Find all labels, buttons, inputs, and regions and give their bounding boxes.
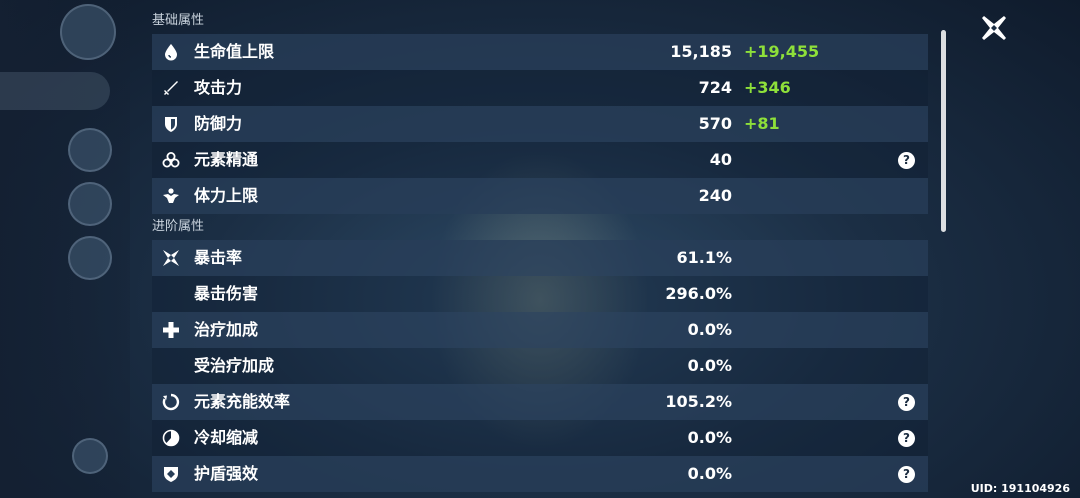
stat-row-atk: 攻击力 724 +346 (152, 70, 928, 106)
sword-icon (162, 79, 180, 97)
stat-value: 0.0% (687, 464, 732, 483)
stat-value: 296.0% (665, 284, 732, 303)
hp-droplet-icon (162, 43, 180, 61)
stat-value: 105.2% (665, 392, 732, 411)
stat-value: 724 (698, 78, 732, 97)
background-avatar (68, 236, 112, 280)
stat-row-stamina: 体力上限 240 (152, 178, 928, 214)
stat-value: 0.0% (687, 356, 732, 375)
stat-label: 受治疗加成 (194, 356, 275, 375)
section-title-advanced: 进阶属性 (152, 219, 205, 234)
background-avatar (68, 128, 112, 172)
stat-row-crit-rate: 暴击率 61.1% (152, 240, 928, 276)
section-title-basic: 基础属性 (152, 13, 205, 28)
stat-value: 240 (698, 186, 732, 205)
healing-cross-icon (162, 321, 180, 339)
background-avatar (72, 438, 108, 474)
stat-row-hp: 生命值上限 15,185 +19,455 (152, 34, 928, 70)
stat-label: 体力上限 (194, 186, 259, 205)
close-icon (982, 16, 1006, 40)
stat-label: 攻击力 (194, 78, 243, 97)
background-avatar (60, 4, 116, 60)
help-button[interactable]: ? (898, 394, 915, 411)
help-button[interactable]: ? (898, 152, 915, 169)
stats-panel: 基础属性 生命值上限 15,185 +19,455 攻击力 724 +346 防… (152, 8, 928, 492)
stat-label: 护盾强效 (194, 464, 259, 483)
stat-row-def: 防御力 570 +81 (152, 106, 928, 142)
stat-bonus: +19,455 (744, 42, 820, 61)
stat-label: 暴击伤害 (194, 284, 259, 303)
help-button[interactable]: ? (898, 430, 915, 447)
help-button[interactable]: ? (898, 466, 915, 483)
stat-label: 暴击率 (194, 248, 243, 267)
elemental-mastery-icon (162, 151, 180, 169)
stat-row-cd-reduction: 冷却缩减 0.0% ? (152, 420, 928, 456)
uid-label: UID: 191104926 (970, 482, 1070, 495)
shield-icon (162, 115, 180, 133)
stat-value: 570 (698, 114, 732, 133)
cooldown-icon (162, 429, 180, 447)
stat-label: 生命值上限 (194, 42, 275, 61)
stat-row-incoming-healing: 受治疗加成 0.0% (152, 348, 928, 384)
stamina-icon (162, 187, 180, 205)
crit-star-icon (162, 249, 180, 267)
stat-bonus: +346 (744, 78, 791, 97)
stat-value: 61.1% (676, 248, 732, 267)
stat-label: 元素充能效率 (194, 392, 291, 411)
scrollbar[interactable] (941, 30, 946, 232)
shield-strength-icon (162, 465, 180, 483)
stat-row-energy-recharge: 元素充能效率 105.2% ? (152, 384, 928, 420)
stat-value: 0.0% (687, 428, 732, 447)
stat-label: 元素精通 (194, 150, 259, 169)
stat-value: 15,185 (670, 42, 732, 61)
stat-label: 防御力 (194, 114, 243, 133)
background-avatar (68, 182, 112, 226)
stat-label: 治疗加成 (194, 320, 259, 339)
stat-label: 冷却缩减 (194, 428, 259, 447)
stat-value: 0.0% (687, 320, 732, 339)
close-button[interactable] (978, 12, 1010, 44)
stat-row-shield-strength: 护盾强效 0.0% ? (152, 456, 928, 492)
background-selected-tab (0, 72, 110, 110)
stat-row-em: 元素精通 40 ? (152, 142, 928, 178)
stat-bonus: +81 (744, 114, 780, 133)
energy-recharge-icon (162, 393, 180, 411)
stat-row-crit-dmg: 暴击伤害 296.0% (152, 276, 928, 312)
stat-row-healing-bonus: 治疗加成 0.0% (152, 312, 928, 348)
stat-value: 40 (709, 150, 732, 169)
